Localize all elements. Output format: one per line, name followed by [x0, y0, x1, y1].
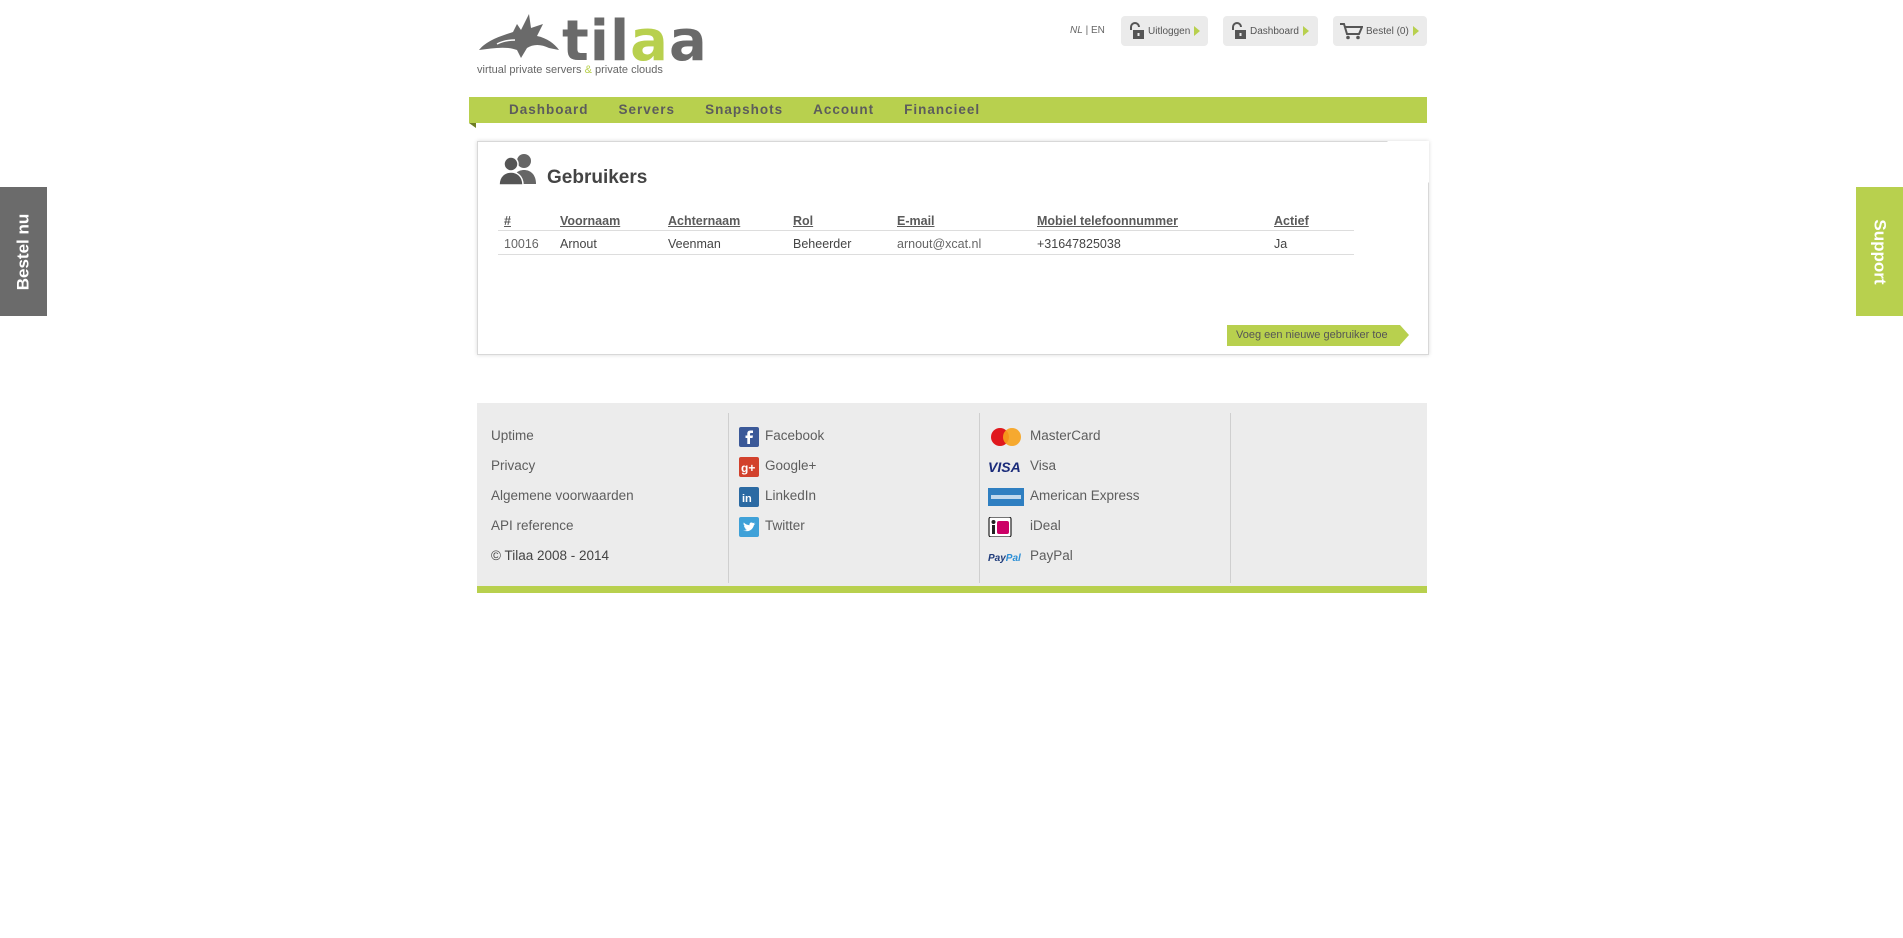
footer-social-linkedin[interactable]: in LinkedIn: [739, 487, 980, 517]
lang-nl-link[interactable]: NL: [1070, 25, 1083, 36]
paypal-icon: PayPal: [988, 553, 1021, 564]
nav-item-dashboard[interactable]: Dashboard: [509, 97, 589, 123]
column-header-active[interactable]: Actief: [1268, 210, 1354, 231]
footer-empty-column: [1230, 413, 1428, 583]
footer-payments-column: MasterCard VISA Visa American Express iD…: [979, 413, 1231, 583]
mastercard-icon: [991, 428, 1021, 446]
table-row: 10016 Arnout Veenman Beheerder arnout@xc…: [498, 230, 1354, 255]
logout-button[interactable]: Uitloggen: [1121, 16, 1208, 46]
tilaa-logo[interactable]: tilaa virtual private servers & private …: [477, 10, 707, 80]
logout-label: Uitloggen: [1148, 25, 1191, 37]
footer-links-column: Uptime Privacy Algemene voorwaarden API …: [477, 413, 728, 583]
nav-item-financieel[interactable]: Financieel: [904, 97, 980, 123]
lang-en-link[interactable]: EN: [1091, 25, 1105, 36]
svg-text:VISA: VISA: [988, 459, 1021, 475]
lock-icon: [1232, 22, 1246, 39]
footer-social-twitter[interactable]: Twitter: [739, 517, 980, 547]
footer-social-google-plus[interactable]: g+ Google+: [739, 457, 980, 487]
lang-separator: |: [1082, 25, 1091, 36]
users-icon: [498, 154, 536, 186]
amex-icon: [988, 488, 1024, 506]
nav-item-snapshots[interactable]: Snapshots: [705, 97, 783, 123]
column-header-mobile[interactable]: Mobiel telefoonnummer: [1031, 210, 1268, 231]
twitter-icon: [739, 517, 759, 537]
paypal-label: PayPal: [1030, 548, 1073, 563]
footer-payment-paypal: PayPal PayPal: [988, 547, 1231, 577]
users-table: # Voornaam Achternaam Rol E-mail Mobiel …: [498, 210, 1354, 255]
copyright-text: © Tilaa 2008 - 2014: [491, 548, 610, 563]
arrow-right-icon: [1302, 26, 1309, 36]
panel-folded-corner: [1387, 141, 1429, 183]
footer: Uptime Privacy Algemene voorwaarden API …: [477, 403, 1427, 593]
users-panel: Gebruikers # Voornaam Achternaam Rol E-m…: [477, 141, 1429, 355]
arrow-right-icon: [1194, 26, 1201, 36]
dashboard-button[interactable]: Dashboard: [1223, 16, 1318, 46]
svg-text:PayPal: PayPal: [988, 553, 1021, 564]
support-tab[interactable]: Support: [1856, 187, 1903, 316]
footer-payment-amex: American Express: [988, 487, 1231, 517]
column-header-id[interactable]: #: [498, 210, 554, 231]
user-last-name: Veenman: [662, 230, 787, 255]
svg-text:in: in: [742, 493, 752, 505]
column-header-last-name[interactable]: Achternaam: [662, 210, 787, 231]
nav-fold-decoration: [469, 123, 476, 128]
google-plus-icon: g+: [739, 457, 759, 477]
support-tab-label: Support: [1870, 218, 1890, 285]
footer-link-api-reference[interactable]: API reference: [491, 517, 728, 547]
nav-item-servers[interactable]: Servers: [619, 97, 676, 123]
google-plus-label: Google+: [765, 458, 817, 473]
language-switcher: NL | EN: [1070, 25, 1105, 36]
wolf-logo-icon: [479, 14, 559, 58]
logo-tagline: virtual private servers & private clouds: [477, 64, 663, 76]
user-role: Beheerder: [787, 230, 891, 255]
user-mobile: +31647825038: [1031, 230, 1268, 255]
amex-label: American Express: [1030, 488, 1140, 503]
page-title: Gebruikers: [547, 167, 648, 188]
footer-link-privacy[interactable]: Privacy: [491, 457, 728, 487]
footer-payment-ideal: iDeal: [988, 517, 1231, 547]
twitter-label: Twitter: [765, 518, 805, 533]
ideal-icon: [988, 517, 1012, 537]
mastercard-label: MasterCard: [1030, 428, 1101, 443]
add-user-button[interactable]: Voeg een nieuwe gebruiker toe: [1227, 325, 1409, 346]
visa-label: Visa: [1030, 458, 1057, 473]
user-email-link[interactable]: arnout@xcat.nl: [897, 237, 981, 251]
main-nav: Dashboard Servers Snapshots Account Fina…: [469, 97, 1427, 123]
ideal-label: iDeal: [1030, 518, 1061, 533]
footer-accent-bar: [477, 586, 1427, 593]
facebook-label: Facebook: [765, 428, 825, 443]
facebook-icon: [739, 427, 759, 447]
cart-label: Bestel (0): [1366, 25, 1409, 37]
visa-icon: VISA: [988, 459, 1021, 475]
linkedin-icon: in: [739, 487, 759, 507]
footer-payment-mastercard: MasterCard: [988, 427, 1231, 457]
footer-social-facebook[interactable]: Facebook: [739, 427, 980, 457]
arrow-right-icon: [1412, 26, 1419, 36]
dashboard-label: Dashboard: [1250, 25, 1299, 37]
linkedin-label: LinkedIn: [765, 488, 817, 503]
order-now-tab-label: Bestel nu: [13, 213, 33, 290]
logo-wordmark: tilaa: [562, 9, 708, 74]
footer-link-terms[interactable]: Algemene voorwaarden: [491, 487, 728, 517]
svg-text:g+: g+: [741, 461, 755, 475]
order-now-tab[interactable]: Bestel nu: [0, 187, 47, 316]
footer-payment-visa: VISA Visa: [988, 457, 1231, 487]
user-first-name: Arnout: [554, 230, 662, 255]
cart-button[interactable]: Bestel (0): [1333, 16, 1427, 46]
column-header-first-name[interactable]: Voornaam: [554, 210, 662, 231]
column-header-role[interactable]: Rol: [787, 210, 891, 231]
user-id-link[interactable]: 10016: [504, 237, 539, 251]
user-active: Ja: [1268, 230, 1354, 255]
footer-link-uptime[interactable]: Uptime: [491, 427, 728, 457]
column-header-email[interactable]: E-mail: [891, 210, 1031, 231]
nav-item-account[interactable]: Account: [813, 97, 874, 123]
footer-social-column: Facebook g+ Google+ in LinkedIn Twitter: [728, 413, 980, 583]
shopping-cart-icon: [1340, 23, 1363, 40]
table-header-row: # Voornaam Achternaam Rol E-mail Mobiel …: [498, 210, 1354, 231]
lock-icon: [1130, 22, 1144, 39]
